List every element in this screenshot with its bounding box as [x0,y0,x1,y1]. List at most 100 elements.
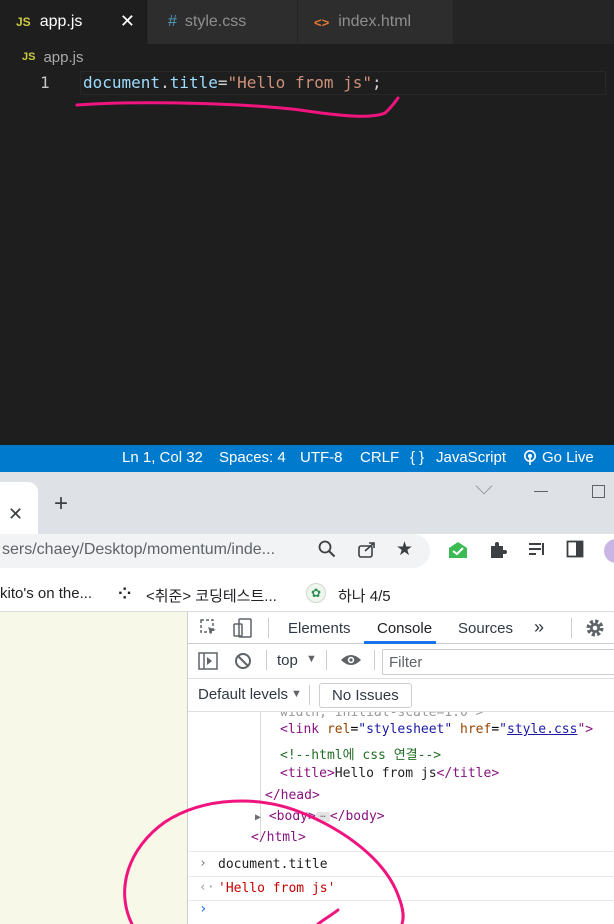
live-expression-eye-icon[interactable] [340,652,362,672]
console-divider [188,851,614,852]
profile-avatar[interactable] [603,538,614,570]
minimize-icon[interactable] [534,491,548,492]
tag-name: <body> [268,809,316,824]
editor-tab-bar: JS app.js ✕ # style.css <> index.html [0,0,614,44]
code-token-dot: . [160,73,170,92]
status-encoding[interactable]: UTF-8 [300,449,343,466]
dropdown-triangle-icon[interactable]: ▼ [291,688,302,700]
input-chevron-icon: › [199,856,207,871]
bookmark-star-icon[interactable]: ★ [396,538,413,561]
tab-label: style.css [184,13,247,30]
status-line-ending[interactable]: CRLF [360,449,399,466]
devtools-tab-bar: Elements Console Sources » [188,612,614,644]
result-arrow-icon: ‹· [199,880,215,895]
log-levels-dropdown[interactable]: Default levels [198,686,288,703]
toolbar-divider [309,685,310,705]
code-token-property: title [169,73,218,92]
code-token-string: "Hello from js" [227,73,373,92]
status-indentation[interactable]: Spaces: 4 [219,449,286,466]
zoom-search-icon[interactable] [318,540,336,564]
status-cursor-position[interactable]: Ln 1, Col 32 [122,449,203,466]
share-icon[interactable] [357,540,377,564]
tag-name: </body> [329,809,385,824]
javascript-file-icon: JS [16,15,31,29]
bookmarks-bar: kito's on the... ⁘ <취준> 코딩테스트... ✿ 하나 4/… [0,578,614,612]
breadcrumb[interactable]: JS app.js [0,44,614,70]
console-result-entry[interactable]: 'Hello from js' [218,881,335,896]
new-tab-button[interactable]: + [54,490,68,518]
expand-triangle-icon[interactable]: ▶ [255,812,261,823]
devtools-panel: Elements Console Sources » top ▼ Filter … [187,612,614,924]
console-input-entry[interactable]: document.title [218,857,328,872]
code-editor[interactable]: 1 document.title="Hello from js"; [0,70,614,445]
inspect-element-icon[interactable] [200,619,218,641]
console-levels-bar: Default levels ▼ No Issues [188,679,614,712]
context-selector[interactable]: top [277,652,298,669]
title-text: Hello from js [334,766,437,781]
close-tab-icon[interactable]: ✕ [120,11,135,32]
status-bar: Ln 1, Col 32 Spaces: 4 UTF-8 CRLF { } Ja… [0,445,614,472]
bookmark-item[interactable]: 하나 4/5 [338,585,391,606]
bookmark-item[interactable]: kito's on the... [0,585,92,602]
dropdown-triangle-icon[interactable]: ▼ [306,653,317,665]
console-divider [188,876,614,877]
status-language-mode[interactable]: JavaScript [436,449,506,466]
issues-button[interactable]: No Issues [319,683,412,708]
tab-style-css[interactable]: # style.css [148,0,298,44]
device-toolbar-icon[interactable] [233,618,253,642]
broadcast-icon [522,449,538,469]
tab-console[interactable]: Console [377,620,432,637]
browser-tab-strip: ✕ + [0,472,614,534]
elements-line-comment: <!--html에 css 연결--> [280,748,442,763]
status-go-live[interactable]: Go Live [542,449,594,466]
stylesheet-link[interactable]: style.css [507,722,577,737]
tab-elements[interactable]: Elements [288,620,351,637]
breadcrumb-file[interactable]: app.js [43,49,83,66]
filter-input[interactable]: Filter [382,649,614,675]
tab-label: app.js [39,13,83,30]
tab-app-js[interactable]: JS app.js ✕ [0,0,148,44]
toolbar-divider [571,618,572,638]
tab-search-chevron-icon[interactable] [475,477,493,495]
clear-console-icon[interactable] [234,652,252,674]
toolbar-divider [268,618,269,638]
console-toolbar: top ▼ Filter [188,644,614,679]
toolbar-divider [326,650,327,670]
browser-toolbar: sers/chaey/Desktop/momentum/inde... ★ [0,534,614,578]
side-panel-icon[interactable] [566,540,584,564]
extension-check-icon[interactable] [447,540,469,566]
bookmark-favicon-icon: ✿ [306,583,326,603]
settings-gear-icon[interactable] [585,618,605,642]
bookmark-item[interactable]: <취준> 코딩테스트... [146,585,277,606]
tab-label: index.html [338,13,412,30]
show-sidebar-icon[interactable] [198,652,218,674]
toolbar-divider [266,650,267,670]
tag-name: <title> [280,766,335,781]
console-prompt-icon[interactable]: › [199,901,207,917]
attr-name: href [460,722,492,737]
css-file-icon: # [168,13,177,30]
elements-line-title[interactable]: <title>Hello from js</title> [280,766,499,781]
more-tabs-icon[interactable]: » [534,617,544,638]
elements-line-link: <link rel="stylesheet" href="style.css"> [280,722,594,737]
maximize-icon[interactable] [592,485,605,498]
language-braces-icon: { } [410,449,425,466]
media-queue-icon[interactable] [527,540,547,564]
browser-tab[interactable]: ✕ [0,482,38,534]
tag-name: <link [280,722,320,737]
vscode-window: JS app.js ✕ # style.css <> index.html JS… [0,0,614,472]
page-viewport[interactable] [0,612,187,924]
extensions-puzzle-icon[interactable] [487,540,507,566]
code-token-semicolon: ; [372,73,382,92]
code-line[interactable]: document.title="Hello from js"; [83,73,382,92]
toolbar-divider [374,650,375,670]
elements-line-body[interactable]: ▶ <body>… </body> [255,809,385,824]
url-text[interactable]: sers/chaey/Desktop/momentum/inde... [2,541,275,559]
close-tab-icon[interactable]: ✕ [8,504,23,525]
tab-sources[interactable]: Sources [458,620,513,637]
attr-name: rel [326,722,351,737]
code-token-assign: = [217,73,228,92]
tab-index-html[interactable]: <> index.html [298,0,454,44]
console-output[interactable]: width, initial-scale=1.0"> <link rel="st… [188,712,614,924]
ellipsis-icon[interactable]: … [315,810,330,822]
